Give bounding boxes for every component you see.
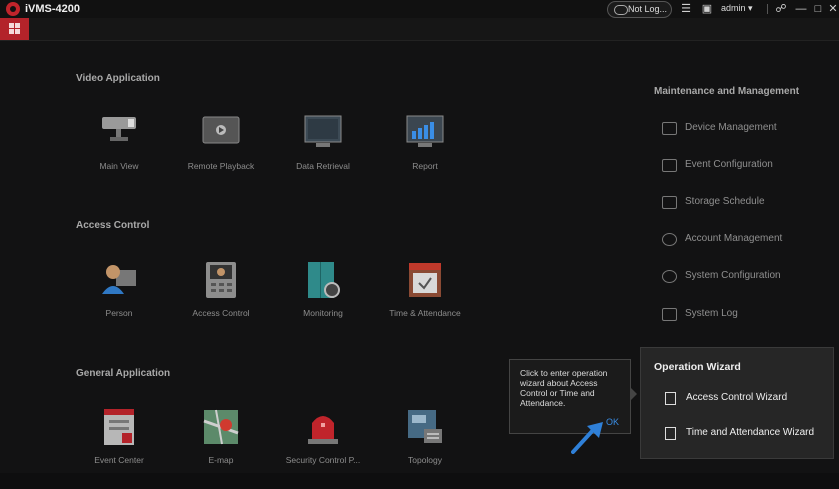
tile-event-center[interactable]: Event Center <box>69 409 169 489</box>
time-attendance-wizard-button[interactable]: Time and Attendance Wizard <box>665 426 825 442</box>
tile-label: Person <box>105 308 133 318</box>
grid-icon <box>9 23 14 28</box>
tile-label: Time & Attendance <box>389 308 461 318</box>
tile-e-map[interactable]: E-map <box>171 409 271 489</box>
tile-remote-playback[interactable]: Remote Playback <box>171 115 271 195</box>
tile-label: Remote Playback <box>187 161 255 171</box>
event-center-icon <box>104 409 134 445</box>
maximize-icon[interactable]: □ <box>812 3 824 15</box>
section-title-access: Access Control <box>76 220 150 231</box>
wizard-item-label: Time and Attendance Wizard <box>686 427 815 438</box>
wizard-title: Operation Wizard <box>654 361 741 373</box>
tile-label: Report <box>412 161 438 171</box>
lock-icon[interactable]: ☍ <box>775 3 787 15</box>
user-name: admin <box>721 3 746 13</box>
monitor-icon <box>304 115 342 147</box>
document-icon <box>665 392 676 405</box>
menu-label: Account Management <box>685 233 783 244</box>
menu-list-icon[interactable]: ☰ <box>680 3 692 15</box>
minimize-icon[interactable]: — <box>795 3 807 15</box>
menu-event-configuration[interactable]: Event Configuration <box>662 156 832 176</box>
door-station-icon <box>206 262 236 298</box>
ok-button[interactable]: OK <box>606 417 619 427</box>
menu-system-log[interactable]: System Log <box>662 305 832 325</box>
tile-access-control[interactable]: Access Control <box>171 262 271 342</box>
tile-time-attendance[interactable]: Time & Attendance <box>375 262 475 342</box>
app-logo-icon <box>6 2 20 16</box>
menu-label: Storage Schedule <box>685 196 765 207</box>
tile-label: Access Control <box>192 308 250 318</box>
login-status-button[interactable]: Not Log... <box>607 1 672 18</box>
operation-wizard-panel: Operation Wizard Access Control Wizard T… <box>640 347 834 459</box>
map-pin-icon <box>203 409 239 445</box>
title-bar <box>0 0 839 18</box>
menu-label: Event Configuration <box>685 159 773 170</box>
calendar-small-icon <box>665 427 676 440</box>
tile-label: Topology <box>407 455 443 465</box>
tooltip-text: Click to enter operation wizard about Ac… <box>520 368 608 408</box>
device-icon <box>662 122 677 135</box>
menu-label: Device Management <box>685 122 777 133</box>
menu-account-management[interactable]: Account Management <box>662 230 832 250</box>
tile-monitoring[interactable]: Monitoring <box>273 262 373 342</box>
playback-icon <box>202 116 240 144</box>
user-menu[interactable]: admin ▾ <box>721 3 753 14</box>
wizard-item-label: Access Control Wizard <box>686 392 788 403</box>
cloud-icon <box>614 5 628 15</box>
tile-person[interactable]: Person <box>69 262 169 342</box>
module-grid-button[interactable] <box>0 18 29 40</box>
topology-icon <box>408 410 442 443</box>
tile-label: Data Retrieval <box>296 161 350 171</box>
access-control-wizard-button[interactable]: Access Control Wizard <box>665 391 825 407</box>
gear-icon <box>662 270 677 283</box>
login-status-label: Not Log... <box>628 4 668 14</box>
account-icon <box>662 233 677 246</box>
report-chart-icon <box>406 115 444 147</box>
tile-label: Security Control P... <box>285 455 361 465</box>
tile-label: E-map <box>208 455 234 465</box>
maintenance-title: Maintenance and Management <box>654 86 800 97</box>
person-icon <box>102 265 136 294</box>
section-title-video: Video Application <box>76 73 160 84</box>
menu-storage-schedule[interactable]: Storage Schedule <box>662 193 832 213</box>
door-monitor-icon <box>308 262 340 298</box>
chevron-down-icon: ▾ <box>748 3 753 13</box>
toolbar <box>0 18 839 41</box>
tile-topology[interactable]: Topology <box>375 409 475 489</box>
camera-icon <box>102 117 136 141</box>
tile-label: Event Center <box>94 455 144 465</box>
menu-system-configuration[interactable]: System Configuration <box>662 267 832 287</box>
alarm-siren-icon <box>308 416 338 444</box>
log-icon <box>662 308 677 321</box>
menu-label: System Configuration <box>685 270 781 281</box>
tile-main-view[interactable]: Main View <box>69 115 169 195</box>
divider <box>767 4 768 14</box>
wizard-tooltip: Click to enter operation wizard about Ac… <box>509 359 637 434</box>
storage-icon <box>662 196 677 209</box>
close-icon[interactable]: ✕ <box>827 3 839 15</box>
event-config-icon <box>662 159 677 172</box>
tile-security-control[interactable]: Security Control P... <box>273 409 373 489</box>
tile-label: Main View <box>99 161 139 171</box>
calendar-icon <box>409 263 441 297</box>
pointer-arrow-icon <box>571 422 603 454</box>
image-icon[interactable]: ▣ <box>701 3 713 15</box>
tile-label: Monitoring <box>303 308 343 318</box>
menu-device-management[interactable]: Device Management <box>662 119 832 139</box>
menu-label: System Log <box>685 308 738 319</box>
tile-report[interactable]: Report <box>375 115 475 195</box>
tile-data-retrieval[interactable]: Data Retrieval <box>273 115 373 195</box>
section-title-general: General Application <box>76 368 171 379</box>
app-title: iVMS-4200 <box>25 3 81 15</box>
